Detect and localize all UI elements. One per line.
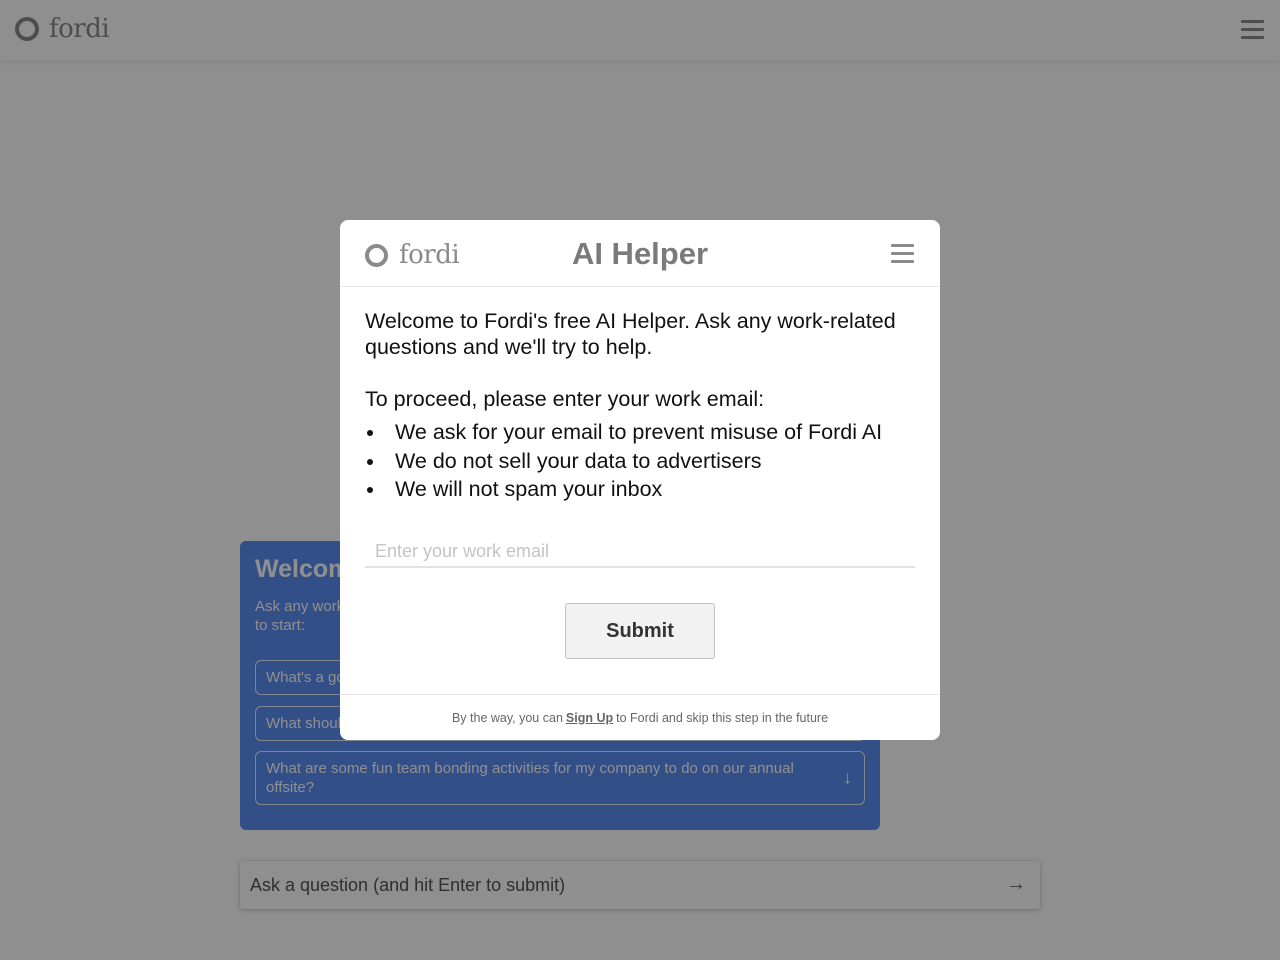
intro-text: Welcome to Fordi's free AI Helper. Ask a… (365, 309, 896, 359)
hamburger-icon[interactable] (891, 244, 914, 263)
sign-up-link[interactable]: Sign Up (566, 711, 613, 725)
bullet-item: We ask for your email to prevent misuse … (365, 418, 925, 447)
work-email-input[interactable] (365, 536, 915, 568)
submit-button[interactable]: Submit (565, 603, 715, 659)
footer-text-after: to Fordi and skip this step in the futur… (616, 710, 829, 725)
modal-title: AI Helper (571, 236, 709, 271)
email-gate-modal: fordi AI Helper Welcome to Fordi's free … (340, 220, 940, 740)
bullet-item: We will not spam your inbox (365, 475, 925, 504)
proceed-text: To proceed, please enter your work email… (365, 387, 765, 411)
privacy-bullets: We ask for your email to prevent misuse … (365, 418, 925, 504)
modal-footer: By the way, you can Sign Up to Fordi and… (340, 694, 940, 740)
footer-text-before: By the way, you can (451, 710, 563, 725)
bullet-item: We do not sell your data to advertisers (365, 447, 925, 476)
modal-header: fordi AI Helper (340, 220, 940, 287)
